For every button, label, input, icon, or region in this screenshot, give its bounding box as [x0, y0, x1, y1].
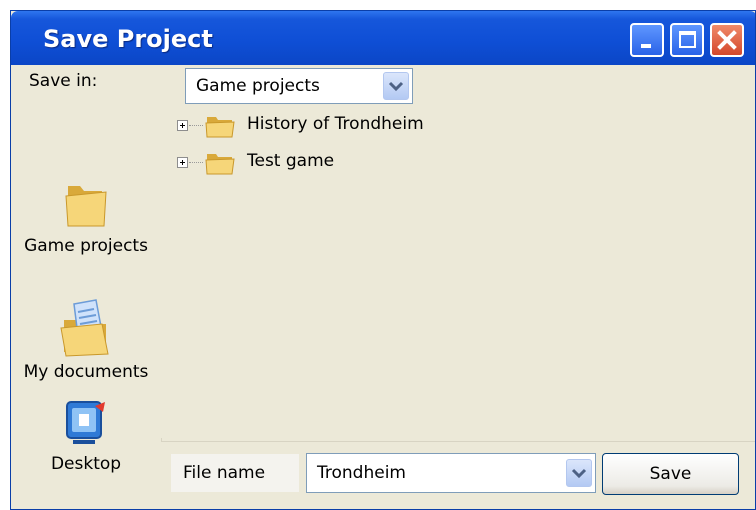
folder-icon	[65, 186, 107, 227]
place-label: Game projects	[24, 236, 148, 256]
expand-plus-icon[interactable]	[177, 157, 188, 168]
chevron-down-icon	[388, 81, 404, 92]
close-icon	[717, 30, 737, 50]
tree-connector	[189, 162, 203, 163]
save-project-dialog: Save Project Save in: Game projects Game…	[10, 10, 756, 510]
save-in-dropdown-button[interactable]	[383, 72, 409, 100]
tree-item-label: History of Trondheim	[247, 114, 424, 134]
tree-item-test-game[interactable]: Test game	[177, 151, 497, 177]
minimize-icon	[641, 44, 651, 48]
folder-icon	[205, 154, 235, 175]
tree-item-history-of-trondheim[interactable]: History of Trondheim	[177, 114, 497, 140]
save-in-dropdown[interactable]: Game projects	[185, 68, 413, 104]
close-button[interactable]	[710, 23, 744, 57]
chevron-down-icon	[571, 468, 587, 479]
title-bar[interactable]: Save Project	[11, 11, 755, 65]
file-name-dropdown-button[interactable]	[566, 459, 592, 487]
file-name-label-box: File name	[171, 454, 299, 492]
place-my-documents[interactable]: My documents	[11, 298, 161, 382]
documents-folder-icon	[60, 299, 109, 357]
minimize-button[interactable]	[630, 23, 664, 57]
file-name-bar: File name Trondheim Save	[161, 441, 755, 509]
place-game-projects[interactable]: Game projects	[11, 180, 161, 256]
maximize-button[interactable]	[670, 23, 704, 57]
file-tree-pane[interactable]: History of Trondheim Test game	[161, 108, 755, 438]
file-name-input[interactable]: Trondheim	[306, 453, 596, 493]
window-title: Save Project	[43, 25, 213, 53]
tree-connector	[189, 125, 203, 126]
maximize-icon	[679, 31, 696, 48]
place-label: Desktop	[50, 454, 122, 474]
file-name-value: Trondheim	[317, 463, 406, 483]
place-label: My documents	[23, 362, 149, 382]
file-name-label: File name	[183, 463, 266, 483]
desktop-icon	[66, 401, 105, 444]
save-in-selected: Game projects	[196, 76, 320, 96]
save-button[interactable]: Save	[602, 453, 739, 495]
folder-icon	[205, 117, 235, 138]
expand-plus-icon[interactable]	[177, 120, 188, 131]
save-button-label: Save	[649, 464, 692, 484]
tree-item-label: Test game	[247, 151, 335, 171]
save-in-label: Save in:	[29, 71, 98, 91]
place-desktop[interactable]: Desktop	[11, 398, 161, 474]
places-sidebar: Game projects My documents Desktop	[11, 108, 162, 508]
